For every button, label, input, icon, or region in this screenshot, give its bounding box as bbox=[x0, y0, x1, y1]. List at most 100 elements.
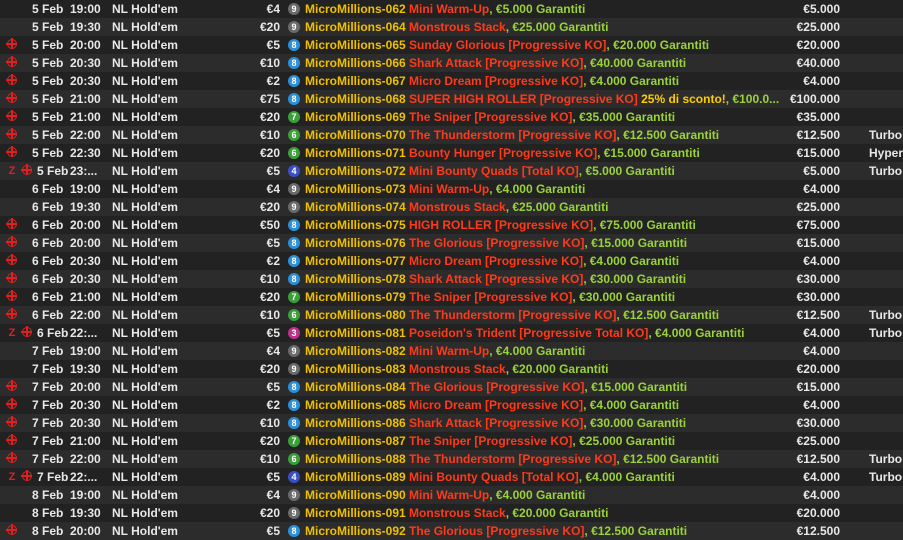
start-time: 20:30 bbox=[70, 56, 101, 70]
tournament-name[interactable]: MicroMillions-079 The Sniper [Progressiv… bbox=[305, 288, 675, 306]
tournament-name[interactable]: MicroMillions-076 The Glorious [Progress… bbox=[305, 234, 687, 252]
tournament-name[interactable]: MicroMillions-070 The Thunderstorm [Prog… bbox=[305, 126, 719, 144]
tournament-row[interactable]: 8 Feb 19:30 NL Hold'em €20 9 MicroMillions-09… bbox=[0, 504, 903, 522]
tournament-row[interactable]: Z 5 Feb 23:... NL Hold'em €5 4 MicroMillions-0… bbox=[0, 162, 903, 180]
tournament-row[interactable]: 8 Feb 20:00 NL Hold'em €5 8 MicroMillions-092… bbox=[0, 522, 903, 540]
tournament-row[interactable]: 5 Feb 21:00 NL Hold'em €75 8 MicroMillions-06… bbox=[0, 90, 903, 108]
tournament-row[interactable]: 6 Feb 22:00 NL Hold'em €10 6 MicroMillions-08… bbox=[0, 306, 903, 324]
tournament-row[interactable]: 7 Feb 20:30 NL Hold'em €10 8 MicroMillions-08… bbox=[0, 414, 903, 432]
game-type: NL Hold'em bbox=[112, 344, 178, 358]
tournament-name[interactable]: MicroMillions-067 Micro Dream [Progressi… bbox=[305, 72, 679, 90]
guaranteed-label: , €5.000 Garantiti bbox=[578, 164, 675, 178]
tournament-name[interactable]: MicroMillions-085 Micro Dream [Progressi… bbox=[305, 396, 679, 414]
tournament-name[interactable]: MicroMillions-077 Micro Dream [Progressi… bbox=[305, 252, 679, 270]
tournament-name[interactable]: MicroMillions-071 Bounty Hunger [Progres… bbox=[305, 144, 700, 162]
tournament-row[interactable]: 7 Feb 19:00 NL Hold'em €4 9 MicroMillions-082… bbox=[0, 342, 903, 360]
event-name: The Sniper [Progressive KO] bbox=[409, 290, 573, 304]
tournament-name[interactable]: MicroMillions-092 The Glorious [Progress… bbox=[305, 522, 687, 540]
tournament-name[interactable]: MicroMillions-090 Mini Warm-Up, €4.000 G… bbox=[305, 486, 585, 504]
tournament-row[interactable]: 6 Feb 20:30 NL Hold'em €2 8 MicroMillions-077… bbox=[0, 252, 903, 270]
start-time: 22:00 bbox=[70, 452, 101, 466]
start-time: 19:30 bbox=[70, 20, 101, 34]
series-id: MicroMillions-076 bbox=[305, 236, 406, 250]
buy-in: €2 bbox=[266, 398, 280, 412]
tournament-name[interactable]: MicroMillions-087 The Sniper [Progressiv… bbox=[305, 432, 675, 450]
buy-in: €20 bbox=[259, 506, 280, 520]
start-time: 20:30 bbox=[70, 74, 101, 88]
start-date: 7 Feb bbox=[37, 470, 69, 484]
start-date: 7 Feb bbox=[32, 344, 64, 358]
tournament-row[interactable]: 6 Feb 20:00 NL Hold'em €50 8 MicroMillions-07… bbox=[0, 216, 903, 234]
tournament-row[interactable]: 7 Feb 19:30 NL Hold'em €20 9 MicroMillions-08… bbox=[0, 360, 903, 378]
guaranteed-label: , €4.000 Garantiti bbox=[583, 74, 680, 88]
guaranteed-label: , €4.000 Garantiti bbox=[583, 398, 680, 412]
tournament-name[interactable]: MicroMillions-073 Mini Warm-Up, €4.000 G… bbox=[305, 180, 585, 198]
tournament-row[interactable]: 5 Feb 20:30 NL Hold'em €10 8 MicroMillions-06… bbox=[0, 54, 903, 72]
tournament-name[interactable]: MicroMillions-082 Mini Warm-Up, €4.000 G… bbox=[305, 342, 585, 360]
tournament-name[interactable]: MicroMillions-080 The Thunderstorm [Prog… bbox=[305, 306, 719, 324]
tournament-name[interactable]: MicroMillions-072 Mini Bounty Quads [Tot… bbox=[305, 162, 675, 180]
tournament-row[interactable]: 6 Feb 19:00 NL Hold'em €4 9 MicroMillions-073… bbox=[0, 180, 903, 198]
tournament-name[interactable]: MicroMillions-066 Shark Attack [Progress… bbox=[305, 54, 686, 72]
max-players-badge-icon: 8 bbox=[288, 39, 300, 51]
tournament-row[interactable]: 8 Feb 19:00 NL Hold'em €4 9 MicroMillions-090… bbox=[0, 486, 903, 504]
buy-in: €5 bbox=[266, 524, 280, 538]
tournament-row[interactable]: 7 Feb 22:00 NL Hold'em €10 6 MicroMillions-08… bbox=[0, 450, 903, 468]
tournament-name[interactable]: MicroMillions-062 Mini Warm-Up, €5.000 G… bbox=[305, 0, 585, 18]
max-players-badge-icon: 8 bbox=[288, 417, 300, 429]
game-type: NL Hold'em bbox=[112, 380, 178, 394]
event-name: The Sniper [Progressive KO] bbox=[409, 110, 573, 124]
tournament-row[interactable]: 6 Feb 19:30 NL Hold'em €20 9 MicroMillions-07… bbox=[0, 198, 903, 216]
tournament-name[interactable]: MicroMillions-083 Monstrous Stack, €20.0… bbox=[305, 360, 608, 378]
tournament-row[interactable]: 6 Feb 20:00 NL Hold'em €5 8 MicroMillions-076… bbox=[0, 234, 903, 252]
tournament-name[interactable]: MicroMillions-084 The Glorious [Progress… bbox=[305, 378, 687, 396]
tournament-row[interactable]: 7 Feb 21:00 NL Hold'em €20 7 MicroMillions-08… bbox=[0, 432, 903, 450]
guaranteed-label: , €4.000 Garantiti bbox=[489, 488, 586, 502]
tournament-name[interactable]: MicroMillions-089 Mini Bounty Quads [Tot… bbox=[305, 468, 675, 486]
tournament-name[interactable]: MicroMillions-068 SUPER HIGH ROLLER [Pro… bbox=[305, 90, 779, 108]
tournament-row[interactable]: 5 Feb 21:00 NL Hold'em €20 7 MicroMillions-06… bbox=[0, 108, 903, 126]
tournament-name[interactable]: MicroMillions-091 Monstrous Stack, €20.0… bbox=[305, 504, 608, 522]
event-name: Micro Dream [Progressive KO] bbox=[409, 254, 584, 268]
event-name: The Sniper [Progressive KO] bbox=[409, 434, 573, 448]
tournament-name[interactable]: MicroMillions-086 Shark Attack [Progress… bbox=[305, 414, 686, 432]
game-type: NL Hold'em bbox=[112, 470, 178, 484]
buy-in: €20 bbox=[259, 362, 280, 376]
tournament-row[interactable]: 5 Feb 20:00 NL Hold'em €5 8 MicroMillions-065… bbox=[0, 36, 903, 54]
tournament-name[interactable]: MicroMillions-074 Monstrous Stack, €25.0… bbox=[305, 198, 608, 216]
buy-in: €5 bbox=[266, 164, 280, 178]
tournament-name[interactable]: MicroMillions-064 Monstrous Stack, €25.0… bbox=[305, 18, 608, 36]
tournament-name[interactable]: MicroMillions-065 Sunday Glorious [Progr… bbox=[305, 36, 709, 54]
start-date: 7 Feb bbox=[32, 452, 64, 466]
tournament-row[interactable]: Z 6 Feb 22:... NL Hold'em €5 3 MicroMillions-0… bbox=[0, 324, 903, 342]
buy-in: €20 bbox=[259, 20, 280, 34]
tournament-name[interactable]: MicroMillions-081 Poseidon's Trident [Pr… bbox=[305, 324, 744, 342]
start-time: 20:00 bbox=[70, 218, 101, 232]
bounty-target-icon bbox=[6, 92, 17, 103]
tournament-row[interactable]: 5 Feb 20:30 NL Hold'em €2 8 MicroMillions-067… bbox=[0, 72, 903, 90]
tournament-row[interactable]: 5 Feb 22:30 NL Hold'em €20 6 MicroMillions-07… bbox=[0, 144, 903, 162]
tournament-row[interactable]: Z 7 Feb 22:... NL Hold'em €5 4 MicroMillions-0… bbox=[0, 468, 903, 486]
tournament-name[interactable]: MicroMillions-075 HIGH ROLLER [Progressi… bbox=[305, 216, 696, 234]
series-id: MicroMillions-075 bbox=[305, 218, 406, 232]
tournament-name[interactable]: MicroMillions-078 Shark Attack [Progress… bbox=[305, 270, 686, 288]
start-date: 7 Feb bbox=[32, 416, 64, 430]
event-name: The Glorious [Progressive KO] bbox=[409, 380, 585, 394]
tournament-row[interactable]: 7 Feb 20:00 NL Hold'em €5 8 MicroMillions-084… bbox=[0, 378, 903, 396]
tournament-name[interactable]: MicroMillions-069 The Sniper [Progressiv… bbox=[305, 108, 675, 126]
game-type: NL Hold'em bbox=[112, 56, 178, 70]
tournament-row[interactable]: 7 Feb 20:30 NL Hold'em €2 8 MicroMillions-085… bbox=[0, 396, 903, 414]
tournament-row[interactable]: 5 Feb 19:00 NL Hold'em €4 9 MicroMillions-062… bbox=[0, 0, 903, 18]
buy-in: €4 bbox=[266, 2, 280, 16]
tournament-lobby-list: 5 Feb 19:00 NL Hold'em €4 9 MicroMillions-062… bbox=[0, 0, 903, 540]
tournament-row[interactable]: 5 Feb 19:30 NL Hold'em €20 9 MicroMillions-06… bbox=[0, 18, 903, 36]
event-name: The Thunderstorm [Progressive KO] bbox=[409, 128, 617, 142]
game-type: NL Hold'em bbox=[112, 326, 178, 340]
guaranteed-label: , €12.500 Garantiti bbox=[616, 452, 720, 466]
tournament-row[interactable]: 6 Feb 20:30 NL Hold'em €10 8 MicroMillions-07… bbox=[0, 270, 903, 288]
tournament-name[interactable]: MicroMillions-088 The Thunderstorm [Prog… bbox=[305, 450, 719, 468]
prize-pool: €4.000 bbox=[803, 74, 840, 88]
start-time: 20:00 bbox=[70, 524, 101, 538]
tournament-row[interactable]: 6 Feb 21:00 NL Hold'em €20 7 MicroMillions-07… bbox=[0, 288, 903, 306]
tournament-row[interactable]: 5 Feb 22:00 NL Hold'em €10 6 MicroMillions-07… bbox=[0, 126, 903, 144]
